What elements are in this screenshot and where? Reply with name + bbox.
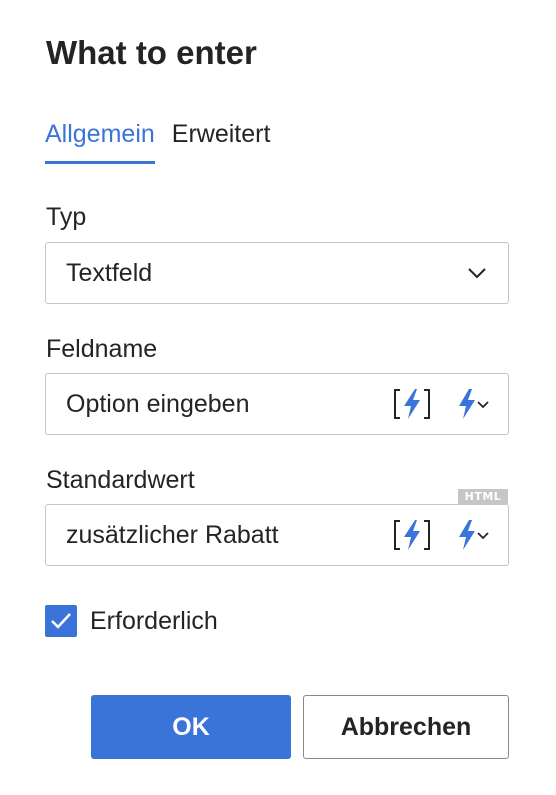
checkmark-icon [51,613,71,629]
chevron-down-icon [468,268,486,279]
default-value-label: Standardwert [46,466,195,494]
tab-allgemein[interactable]: Allgemein [45,118,155,164]
tab-erweitert[interactable]: Erweitert [172,118,271,164]
fieldname-input-value: Option eingeben [66,389,250,418]
bracket-bolt-icon [394,389,430,419]
ok-button[interactable]: OK [91,695,291,759]
type-select-value: Textfeld [66,258,153,287]
insert-variable-button[interactable] [392,515,432,555]
dynamic-content-dropdown[interactable] [456,517,494,553]
type-label: Typ [46,203,87,231]
fieldname-label: Feldname [46,335,158,363]
required-label: Erforderlich [90,606,218,635]
dynamic-content-dropdown[interactable] [456,386,494,422]
cancel-button[interactable]: Abbrechen [303,695,509,759]
type-select[interactable]: Textfeld [45,242,509,304]
required-checkbox[interactable] [45,605,77,637]
dialog-title: What to enter [46,34,257,71]
default-value-input-value: zusätzlicher Rabatt [66,520,279,549]
bolt-dropdown-icon [459,389,489,419]
what-to-enter-dialog: What to enter Allgemein Erweitert Typ Te… [0,0,556,795]
tab-bar: Allgemein Erweitert [45,118,270,164]
default-value-input[interactable]: zusätzlicher Rabatt [45,504,509,566]
bracket-bolt-icon [394,520,430,550]
html-badge: HTML [458,489,508,504]
bolt-dropdown-icon [459,520,489,550]
insert-variable-button[interactable] [392,384,432,424]
fieldname-input[interactable]: Option eingeben [45,373,509,435]
required-checkbox-row: Erforderlich [45,605,218,637]
